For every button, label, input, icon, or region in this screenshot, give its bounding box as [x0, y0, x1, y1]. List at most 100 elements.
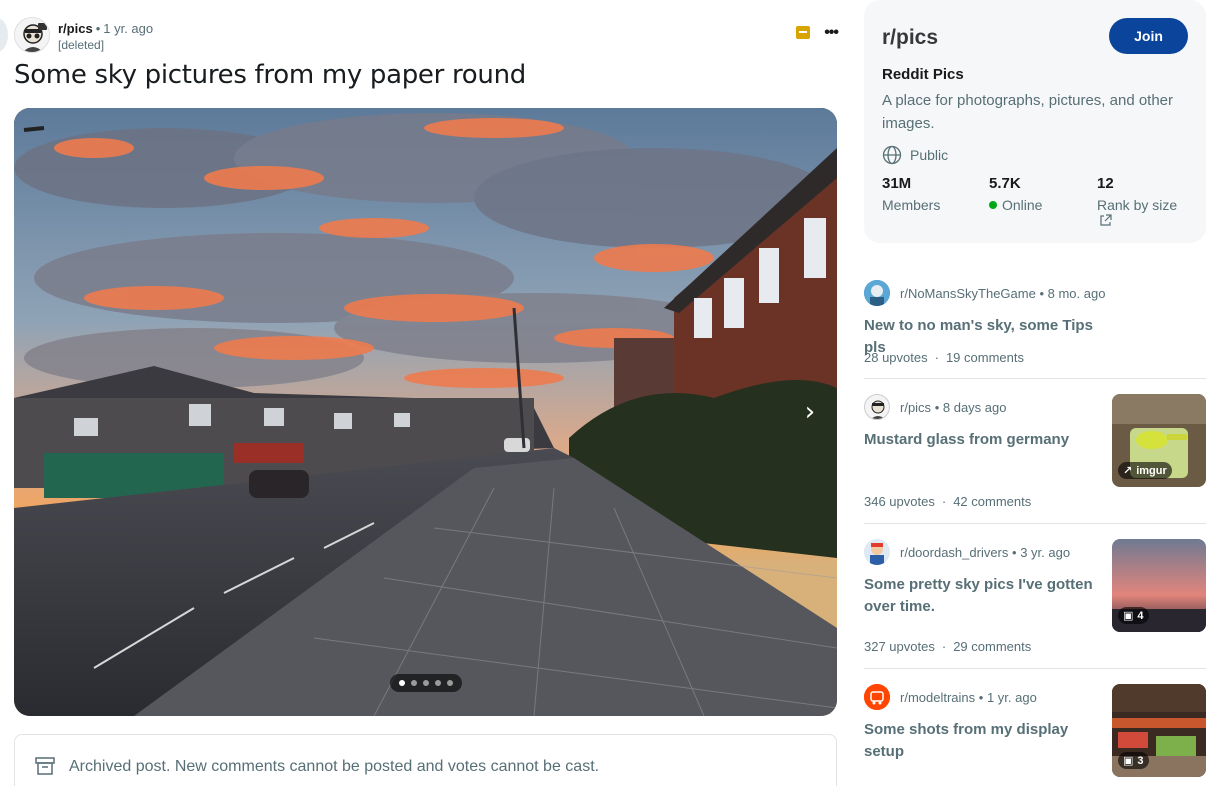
related-post[interactable]: r/doordash_drivers • 3 yr. ago Some pret… — [864, 529, 1206, 669]
post-title: Some sky pictures from my paper round — [14, 60, 526, 90]
related-thumbnail[interactable]: ▣ 4 — [1112, 539, 1206, 632]
community-visibility: Public — [882, 145, 948, 165]
related-subreddit[interactable]: r/modeltrains — [900, 690, 975, 705]
post-column: r/pics • 1 yr. ago [deleted] ••• Some sky … — [0, 0, 850, 786]
stat-label-wrap: Online — [989, 197, 1042, 213]
related-thumbnail[interactable]: ▣ 3 — [1112, 684, 1206, 777]
related-title[interactable]: Mustard glass from germany — [864, 429, 1100, 451]
stat-value: 12 — [1097, 175, 1114, 192]
related-subreddit[interactable]: r/pics — [900, 400, 931, 415]
image-gallery-icon: ▣ — [1123, 610, 1134, 622]
related-upvotes: 346 upvotes — [864, 494, 935, 509]
related-upvotes: 28 upvotes — [864, 350, 928, 365]
gallery-photo — [14, 108, 837, 716]
thumbnail-count: 3 — [1137, 754, 1144, 767]
gallery-pager — [390, 674, 462, 692]
globe-icon — [882, 145, 902, 165]
post-author: [deleted] — [58, 38, 105, 52]
related-post[interactable]: r/pics • 8 days ago Mustard glass from g… — [864, 384, 1206, 524]
meta-separator: • — [1012, 545, 1017, 560]
chevron-right-icon[interactable]: › — [793, 392, 827, 432]
related-stats: 28 upvotes · 19 comments — [864, 350, 1024, 365]
stat-label: Members — [882, 197, 941, 213]
stat-members: 31M Members — [882, 175, 940, 213]
related-upvotes: 327 upvotes — [864, 639, 935, 654]
pics-avatar-icon — [15, 18, 49, 52]
modeltrains-avatar-icon — [864, 684, 890, 710]
post-meta: r/pics • 1 yr. ago [deleted] — [58, 20, 153, 54]
related-time: 8 mo. ago — [1047, 286, 1106, 301]
related-post[interactable]: r/modeltrains • 1 yr. ago Some shots fro… — [864, 674, 1206, 786]
community-name: Reddit Pics — [882, 66, 964, 83]
back-button[interactable] — [0, 18, 8, 52]
visibility-label: Public — [910, 147, 949, 163]
pager-dot[interactable] — [447, 680, 453, 686]
doordash-avatar-icon — [864, 539, 890, 565]
meta-separator: • — [1039, 286, 1045, 301]
online-indicator-icon — [989, 201, 997, 209]
related-meta: r/doordash_drivers • 3 yr. ago — [900, 545, 1070, 560]
thumbnail-source: imgur — [1136, 464, 1167, 477]
pager-dot[interactable] — [399, 680, 405, 686]
stat-rank[interactable]: 12 Rank by size — [1097, 175, 1192, 229]
subreddit-link[interactable]: r/pics — [58, 21, 93, 36]
related-meta: r/NoMansSkyTheGame • 8 mo. ago — [900, 286, 1105, 301]
meta-separator: • — [95, 21, 101, 36]
archived-notice-text: Archived post. New comments cannot be po… — [69, 758, 600, 775]
related-stats: 327 upvotes · 29 comments — [864, 639, 1031, 654]
related-title[interactable]: Some pretty sky pics I've gotten over ti… — [864, 574, 1100, 618]
related-thumbnail[interactable]: ↗ imgur — [1112, 394, 1206, 487]
stat-label: Online — [1002, 197, 1043, 213]
pager-dot[interactable] — [411, 680, 417, 686]
community-card: r/pics Join Reddit Pics A place for phot… — [864, 0, 1206, 243]
image-gallery-icon: ▣ — [1123, 755, 1134, 767]
stats-separator: · — [941, 639, 947, 654]
thumbnail-badge: ↗ imgur — [1118, 462, 1172, 479]
external-link-icon: ↗ — [1123, 465, 1133, 477]
right-sidebar: r/pics Join Reddit Pics A place for phot… — [864, 0, 1206, 786]
related-comments: 29 comments — [953, 639, 1032, 654]
community-description: A place for photographs, pictures, and o… — [882, 92, 1174, 132]
related-comments: 19 comments — [945, 350, 1024, 365]
related-meta: r/modeltrains • 1 yr. ago — [900, 690, 1037, 705]
external-link-icon — [1100, 214, 1112, 226]
pager-dot[interactable] — [435, 680, 441, 686]
stat-online: 5.7K Online — [989, 175, 1042, 213]
join-button[interactable]: Join — [1109, 18, 1188, 54]
post-actions: ••• — [796, 24, 839, 40]
related-title[interactable]: Some shots from my display setup — [864, 719, 1100, 763]
meta-separator: • — [934, 400, 940, 415]
related-subreddit[interactable]: r/NoMansSkyTheGame — [900, 286, 1036, 301]
related-time: 3 yr. ago — [1020, 545, 1071, 560]
stat-value: 31M — [882, 175, 912, 192]
post-time: 1 yr. ago — [103, 21, 154, 36]
divider — [864, 523, 1206, 524]
post-header: r/pics • 1 yr. ago [deleted] ••• — [14, 17, 839, 55]
divider — [864, 378, 1206, 379]
related-comments: 42 comments — [953, 494, 1032, 509]
community-title[interactable]: r/pics — [882, 26, 938, 50]
related-subreddit[interactable]: r/doordash_drivers — [900, 545, 1008, 560]
meta-separator: • — [978, 690, 984, 705]
related-stats: 346 upvotes · 42 comments — [864, 494, 1031, 509]
more-options-button[interactable]: ••• — [824, 24, 839, 40]
stat-value: 5.7K — [989, 175, 1021, 192]
archived-badge-icon — [796, 26, 811, 39]
related-post[interactable]: r/NoMansSkyTheGame • 8 mo. ago New to no… — [864, 270, 1206, 378]
subreddit-avatar[interactable] — [14, 17, 50, 53]
thumbnail-count: 4 — [1137, 609, 1144, 622]
thumbnail-badge: ▣ 4 — [1118, 607, 1149, 624]
stat-label: Rank by size — [1097, 197, 1178, 213]
divider — [864, 668, 1206, 669]
pics-avatar-icon — [864, 394, 890, 420]
post-gallery[interactable]: › — [14, 108, 837, 716]
pager-dot[interactable] — [423, 680, 429, 686]
stats-separator: · — [934, 350, 939, 365]
related-time: 8 days ago — [942, 400, 1007, 415]
related-time: 1 yr. ago — [986, 690, 1037, 705]
related-meta: r/pics • 8 days ago — [900, 400, 1006, 415]
archived-notice: Archived post. New comments cannot be po… — [14, 734, 837, 786]
nomanssky-avatar-icon — [864, 280, 890, 306]
stats-separator: · — [941, 494, 947, 509]
archive-icon — [35, 757, 55, 775]
